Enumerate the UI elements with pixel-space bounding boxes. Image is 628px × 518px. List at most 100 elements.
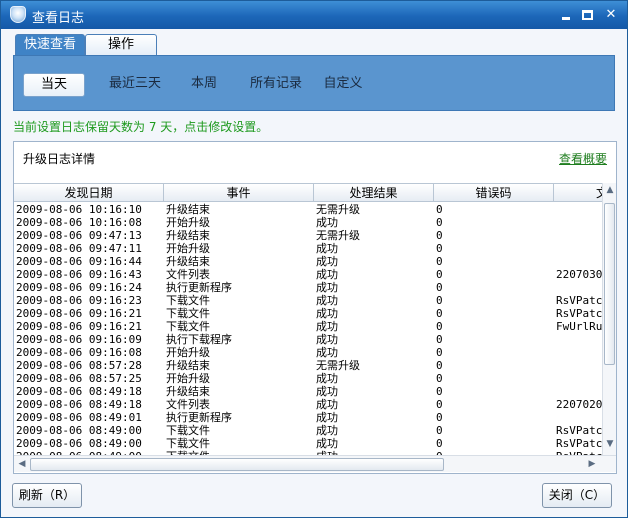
table-row[interactable]: 2009-08-06 08:49:00 下载文件 成功 0 RsVPatc [14,437,602,450]
cell-date: 2009-08-06 08:57:28 [16,359,142,372]
close-icon: ✕ [605,7,617,22]
table-row[interactable]: 2009-08-06 10:16:10 升级结束 无需升级 0 [14,203,602,216]
cell-error-code: 0 [436,268,443,281]
cell-event: 升级结束 [166,385,210,398]
cell-error-code: 0 [436,424,443,437]
filter-today-button[interactable]: 当天 [23,73,85,97]
table-row[interactable]: 2009-08-06 08:57:28 升级结束 无需升级 0 [14,359,602,372]
arrow-up-icon[interactable]: ▲ [604,185,616,195]
cell-result: 成功 [316,255,338,268]
column-header-event[interactable]: 事件 [164,184,314,201]
cell-result: 成功 [316,307,338,320]
table-row[interactable]: 2009-08-06 09:16:23 下载文件 成功 0 RsVPatc [14,294,602,307]
cell-event: 下载文件 [166,424,210,437]
filter-last-three-days-button[interactable]: 最近三天 [96,73,174,97]
cell-event: 下载文件 [166,320,210,333]
table-row[interactable]: 2009-08-06 08:49:18 文件列表 成功 0 2207020 [14,398,602,411]
vertical-scrollbar[interactable]: ▲ ▼ [602,183,616,455]
tab-operations[interactable]: 操作 [85,34,157,56]
table-row[interactable]: 2009-08-06 09:16:21 下载文件 成功 0 RsVPatc [14,307,602,320]
cell-error-code: 0 [436,242,443,255]
close-button[interactable]: 关闭（C） [542,483,612,508]
cell-error-code: 0 [436,294,443,307]
cell-event: 下载文件 [166,307,210,320]
tab-quick-view[interactable]: 快速查看 [15,34,85,56]
filter-custom-button[interactable]: 自定义 [312,73,374,97]
shield-icon [10,6,26,23]
cell-error-code: 0 [436,320,443,333]
retention-notice-link[interactable]: 当前设置日志保留天数为 7 天，点击修改设置。 [13,118,268,135]
cell-result: 成功 [316,398,338,411]
table-row[interactable]: 2009-08-06 10:16:08 开始升级 成功 0 [14,216,602,229]
table-row[interactable]: 2009-08-06 08:49:00 下载文件 成功 0 RsVPatc [14,424,602,437]
cell-result: 成功 [316,424,338,437]
cell-result: 成功 [316,346,338,359]
cell-date: 2009-08-06 09:16:24 [16,281,142,294]
horizontal-scrollbar[interactable]: ◀ ▶ [14,455,616,472]
refresh-button[interactable]: 刷新（R） [12,483,82,508]
arrow-down-icon[interactable]: ▼ [604,439,616,449]
column-header-error-code[interactable]: 错误码 [434,184,554,201]
cell-event: 升级结束 [166,359,210,372]
filter-panel: 当天 最近三天 本周 所有记录 自定义 [13,55,615,111]
cell-result: 无需升级 [316,359,360,372]
close-window-button[interactable]: ✕ [602,6,620,24]
filter-this-week-button[interactable]: 本周 [179,73,229,97]
table-row[interactable]: 2009-08-06 09:16:44 升级结束 成功 0 [14,255,602,268]
arrow-left-icon[interactable]: ◀ [16,459,28,469]
cell-date: 2009-08-06 09:16:21 [16,320,142,333]
column-header-file[interactable]: 文 [554,184,602,201]
table-row[interactable]: 2009-08-06 09:16:43 文件列表 成功 0 2207030 [14,268,602,281]
cell-event: 文件列表 [166,268,210,281]
horizontal-scroll-thumb[interactable] [30,458,444,471]
table-row[interactable]: 2009-08-06 09:47:13 升级结束 无需升级 0 [14,229,602,242]
table-row[interactable]: 2009-08-06 08:57:25 开始升级 成功 0 [14,372,602,385]
table-row[interactable]: 2009-08-06 08:49:01 执行更新程序 成功 0 [14,411,602,424]
cell-error-code: 0 [436,307,443,320]
cell-date: 2009-08-06 09:16:09 [16,333,142,346]
column-header-date[interactable]: 发现日期 [14,184,164,201]
title-bar[interactable]: 查看日志 ✕ [1,1,627,29]
vertical-scroll-thumb[interactable] [604,203,615,365]
cell-result: 无需升级 [316,229,360,242]
cell-file: FwUrlRu [556,320,602,333]
cell-error-code: 0 [436,203,443,216]
cell-event: 执行更新程序 [166,411,232,424]
table-row[interactable]: 2009-08-06 08:49:18 升级结束 成功 0 [14,385,602,398]
cell-date: 2009-08-06 08:49:01 [16,411,142,424]
cell-file: RsVPatc [556,437,602,450]
table-row[interactable]: 2009-08-06 09:16:09 执行下载程序 成功 0 [14,333,602,346]
maximize-button[interactable] [579,6,597,24]
arrow-right-icon[interactable]: ▶ [586,459,598,469]
table-row[interactable]: 2009-08-06 09:16:21 下载文件 成功 0 FwUrlRu [14,320,602,333]
cell-error-code: 0 [436,255,443,268]
cell-event: 执行下载程序 [166,333,232,346]
column-header-result[interactable]: 处理结果 [314,184,434,201]
cell-error-code: 0 [436,398,443,411]
table-row[interactable]: 2009-08-06 09:16:08 开始升级 成功 0 [14,346,602,359]
cell-result: 成功 [316,216,338,229]
cell-file: 2207020 [556,398,602,411]
filter-all-records-button[interactable]: 所有记录 [236,73,316,97]
table-body: 2009-08-06 10:16:10 升级结束 无需升级 0 2009-08-06 1… [14,203,602,455]
cell-date: 2009-08-06 08:49:18 [16,398,142,411]
maximize-icon [582,10,593,20]
minimize-button[interactable] [557,6,575,24]
table-row[interactable]: 2009-08-06 09:16:24 执行更新程序 成功 0 [14,281,602,294]
cell-event: 开始升级 [166,346,210,359]
cell-error-code: 0 [436,281,443,294]
cell-date: 2009-08-06 08:57:25 [16,372,142,385]
cell-event: 开始升级 [166,372,210,385]
cell-event: 升级结束 [166,203,210,216]
cell-result: 成功 [316,281,338,294]
log-table: 发现日期 事件 处理结果 错误码 文 2009-08-06 10:16:10 升级… [14,183,616,473]
cell-error-code: 0 [436,216,443,229]
cell-result: 成功 [316,437,338,450]
details-title: 升级日志详情 [23,152,96,166]
table-row[interactable]: 2009-08-06 09:47:11 开始升级 成功 0 [14,242,602,255]
cell-result: 成功 [316,385,338,398]
cell-error-code: 0 [436,372,443,385]
cell-event: 执行更新程序 [166,281,232,294]
view-overview-link[interactable]: 查看概要 [559,150,607,167]
cell-date: 2009-08-06 09:16:23 [16,294,142,307]
